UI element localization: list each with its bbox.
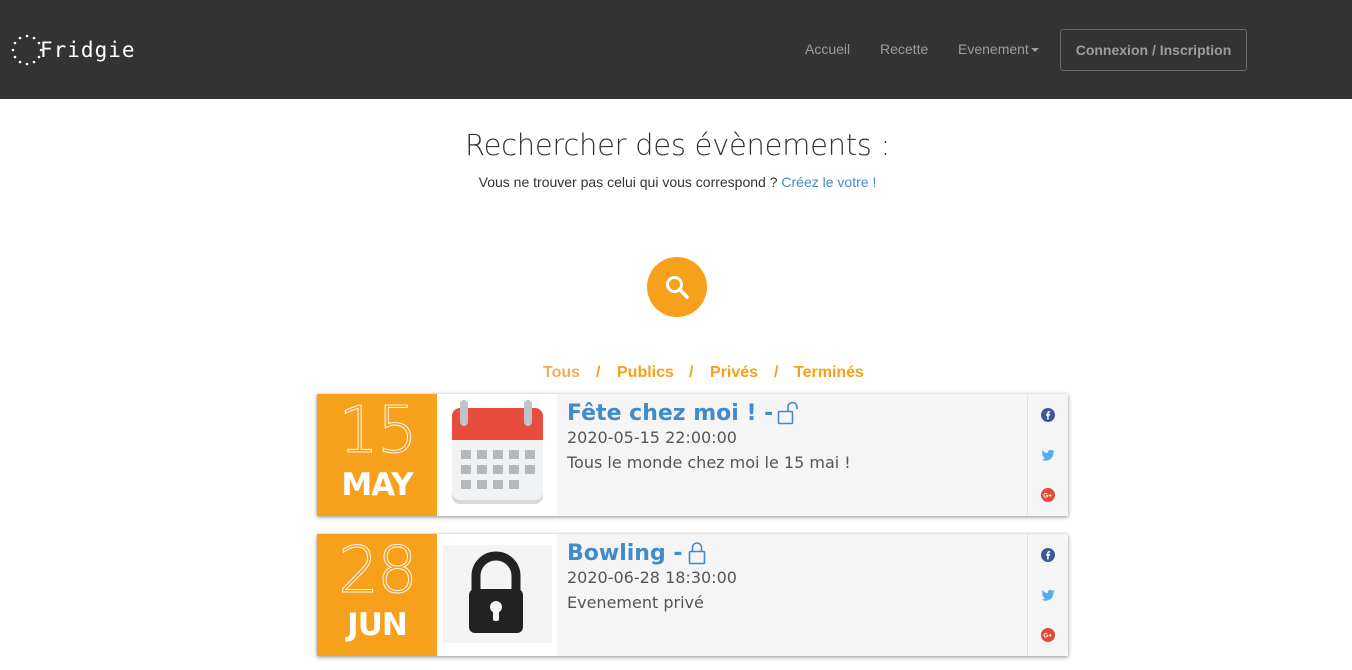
filter-prives[interactable]: Privés <box>710 364 758 382</box>
page-subtitle: Vous ne trouver pas celui qui vous corre… <box>0 174 1352 190</box>
event-description: Tous le monde chez moi le 15 mai ! <box>567 453 851 472</box>
event-date-box: 28 JUN <box>317 534 437 656</box>
padlock-icon <box>443 545 552 643</box>
event-image <box>437 394 557 516</box>
facebook-icon[interactable] <box>1041 408 1055 422</box>
event-title: Bowling - <box>567 541 683 566</box>
google-plus-icon[interactable]: G+ <box>1041 628 1055 642</box>
filter-separator: / <box>596 364 601 381</box>
event-description: Evenement privé <box>567 593 704 612</box>
facebook-icon[interactable] <box>1041 548 1055 562</box>
login-button[interactable]: Connexion / Inscription <box>1060 29 1247 71</box>
nav-accueil[interactable]: Accueil <box>805 41 850 57</box>
navbar: Fridgie Accueil Recette Evenement Connex… <box>0 0 1352 99</box>
twitter-icon[interactable] <box>1041 588 1055 602</box>
filter-separator: / <box>689 364 694 381</box>
locked-icon <box>688 542 705 565</box>
subtitle-text: Vous ne trouver pas celui qui vous corre… <box>478 174 778 190</box>
event-month: MAY <box>341 467 413 503</box>
nav-evenement-label: Evenement <box>958 41 1029 57</box>
brand-name: Fridgie <box>40 38 136 62</box>
dots-circle-icon <box>11 34 43 66</box>
twitter-icon[interactable] <box>1041 448 1055 462</box>
event-card: 28 JUN Bowling - 2020-06-28 18:30:00 Eve… <box>317 534 1068 656</box>
event-title-link[interactable]: Bowling - <box>567 541 709 566</box>
share-bar: G+ <box>1027 534 1068 656</box>
event-month: JUN <box>347 607 408 643</box>
nav-recette[interactable]: Recette <box>880 41 928 57</box>
nav-evenement-dropdown[interactable]: Evenement <box>958 41 1039 57</box>
event-info: Bowling - 2020-06-28 18:30:00 Evenement … <box>567 534 1025 656</box>
event-datetime: 2020-06-28 18:30:00 <box>567 568 737 587</box>
filter-separator: / <box>774 364 779 381</box>
filter-tous[interactable]: Tous <box>543 364 580 382</box>
filter-termines[interactable]: Terminés <box>794 364 864 382</box>
event-info: Fête chez moi ! - 2020-05-15 22:00:00 To… <box>567 394 1025 516</box>
svg-text:G+: G+ <box>1043 492 1052 499</box>
event-title: Fête chez moi ! - <box>567 401 774 426</box>
filter-publics[interactable]: Publics <box>617 364 674 382</box>
google-plus-icon[interactable]: G+ <box>1041 488 1055 502</box>
unlocked-icon <box>778 401 799 425</box>
share-bar: G+ <box>1027 394 1068 516</box>
event-day: 28 <box>338 534 418 608</box>
event-day: 15 <box>338 394 418 468</box>
event-title-link[interactable]: Fête chez moi ! - <box>567 401 799 426</box>
brand-logo[interactable]: Fridgie <box>10 32 135 68</box>
event-image <box>437 534 557 656</box>
search-button[interactable] <box>647 257 707 317</box>
page-title: Rechercher des évènements : <box>465 128 890 162</box>
search-icon <box>666 276 689 299</box>
calendar-icon <box>452 400 543 504</box>
event-date-box: 15 MAY <box>317 394 437 516</box>
event-card: 15 MAY Fête chez moi ! - 2020-05-15 22:0… <box>317 394 1068 516</box>
svg-text:G+: G+ <box>1043 632 1052 639</box>
caret-down-icon <box>1030 48 1039 53</box>
create-event-link[interactable]: Créez le votre ! <box>781 174 876 190</box>
event-datetime: 2020-05-15 22:00:00 <box>567 428 737 447</box>
